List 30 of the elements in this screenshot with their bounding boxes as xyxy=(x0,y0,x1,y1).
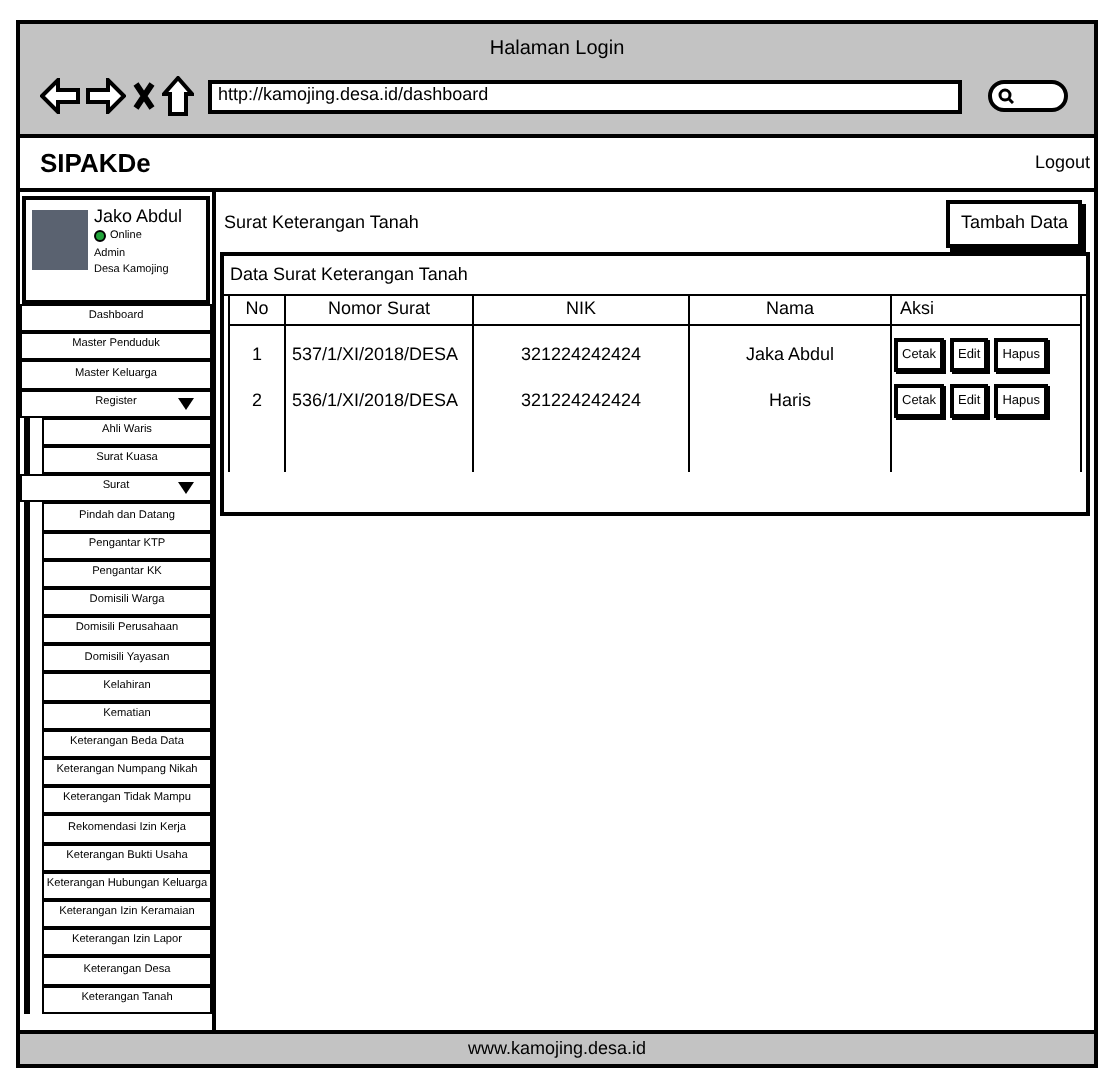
user-name: Jako Abdul xyxy=(94,206,183,229)
caret-icon xyxy=(178,397,194,410)
table-cell-text: 321224242424 xyxy=(518,341,644,368)
table-cell-text: 321224242424 xyxy=(518,387,644,414)
forward-icon[interactable] xyxy=(86,78,126,114)
column-header: No xyxy=(228,296,284,326)
column-header: NIK xyxy=(472,296,688,326)
add-data-button[interactable]: Tambah Data xyxy=(946,200,1082,248)
address-field[interactable]: http://kamojing.desa.id/dashboard xyxy=(208,79,962,113)
table-cell-text: 1 xyxy=(249,341,264,368)
table-cell-text: 536/1/XI/2018/DESA xyxy=(290,387,461,414)
close-icon[interactable] xyxy=(132,80,156,112)
window-title: Halaman Login xyxy=(489,36,625,64)
page-title: Surat Keterangan Tanah xyxy=(224,210,419,237)
column-header: Nama xyxy=(688,296,890,326)
back-icon[interactable] xyxy=(40,78,80,114)
photo-placeholder xyxy=(32,210,88,270)
app-title: SIPAKDe xyxy=(40,145,151,182)
search-icon xyxy=(998,88,1014,104)
column-header: Nomor Surat xyxy=(284,296,472,326)
table-cell-text: 537/1/XI/2018/DESA xyxy=(290,341,461,368)
table-cell-text: Jaka Abdul xyxy=(743,341,837,368)
caret-icon xyxy=(178,482,194,495)
search-field[interactable] xyxy=(988,80,1068,112)
table-cell-text: 2 xyxy=(249,387,264,414)
table-title: Data Surat Keterangan Tanah xyxy=(224,256,1086,296)
column-header: Aksi xyxy=(890,296,1082,326)
footer-text: www.kamojing.desa.id xyxy=(467,1035,647,1062)
table-cell-text: Haris xyxy=(766,387,813,414)
logout-link[interactable]: Logout xyxy=(1034,149,1090,177)
